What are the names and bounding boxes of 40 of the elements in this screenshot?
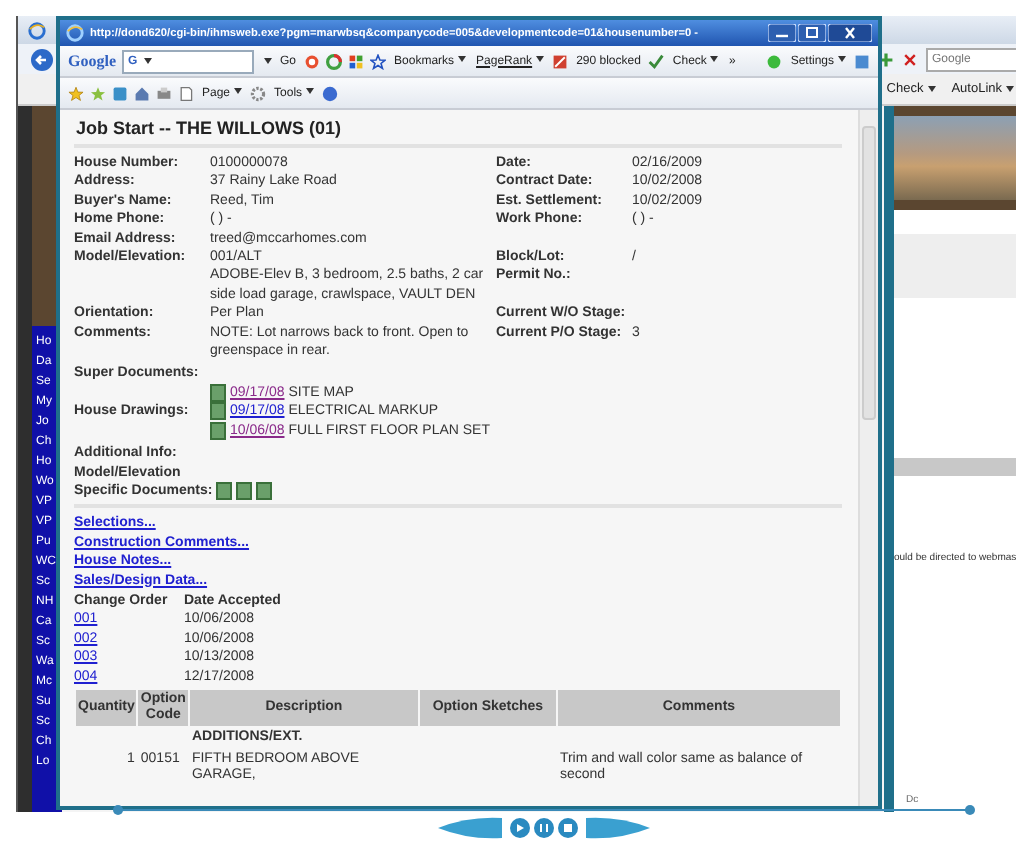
- spellcheck-icon[interactable]: [648, 53, 665, 69]
- header-band: [894, 200, 1016, 210]
- panel-icon[interactable]: [854, 53, 870, 69]
- close-icon[interactable]: [902, 51, 918, 67]
- google-logo: Google: [68, 52, 116, 70]
- caret-icon: [143, 58, 152, 64]
- minimize-button[interactable]: [768, 24, 796, 42]
- status-dot-icon: [766, 53, 783, 69]
- windows-icon[interactable]: [348, 53, 365, 69]
- block-icon[interactable]: [552, 53, 569, 69]
- caret-icon: [234, 88, 243, 95]
- caret-icon: [838, 56, 846, 63]
- browser-icon: [66, 24, 84, 42]
- gear-icon[interactable]: [250, 85, 267, 101]
- home-icon[interactable]: [134, 85, 150, 101]
- feed-icon[interactable]: [112, 85, 128, 101]
- star-icon[interactable]: [370, 53, 387, 69]
- menu-bar: [894, 458, 1016, 476]
- slider-track[interactable]: [112, 804, 976, 816]
- print-icon[interactable]: [156, 85, 172, 101]
- caret-icon: [306, 88, 315, 95]
- page-icon[interactable]: [178, 85, 194, 101]
- caret-icon: [1006, 85, 1014, 92]
- header-band: [894, 106, 1016, 116]
- content-panel: [894, 234, 1016, 298]
- scrollbar[interactable]: [858, 110, 878, 806]
- add-icon[interactable]: [878, 51, 894, 67]
- close-button[interactable]: [828, 24, 872, 42]
- browser-icon: [28, 21, 46, 39]
- media-controls-drawing[interactable]: [438, 816, 650, 840]
- caret-icon: [536, 56, 545, 63]
- photo-placeholder: [894, 116, 1016, 200]
- caret-icon: [927, 85, 936, 92]
- page-heading: Job Start -- THE WILLOWS (01): [74, 116, 343, 140]
- caret-icon[interactable]: [264, 58, 272, 64]
- maximize-button[interactable]: [798, 24, 826, 42]
- caret-icon: [458, 56, 467, 63]
- back-button[interactable]: [30, 47, 54, 71]
- star-icon[interactable]: [68, 85, 84, 101]
- caret-icon: [710, 56, 719, 63]
